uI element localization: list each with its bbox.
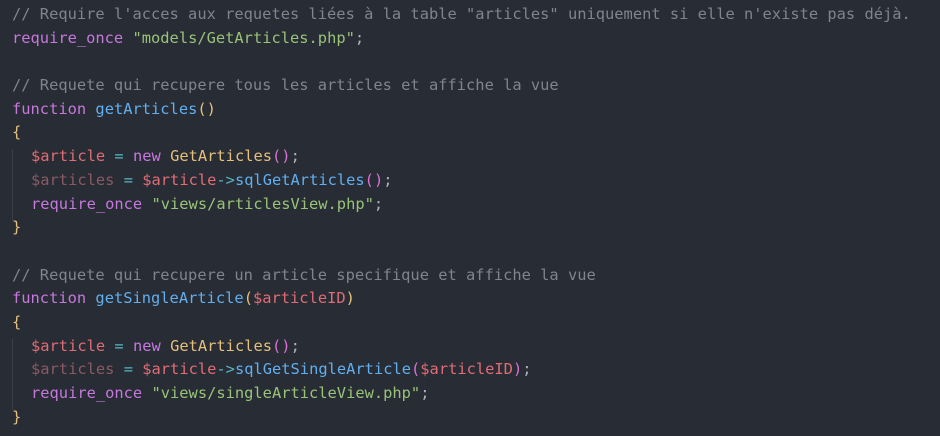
code-line[interactable]: // Requete qui recupere tous les article…: [0, 74, 940, 98]
code-line[interactable]: // Require l'acces aux requetes liées à …: [0, 3, 940, 27]
code-token-brace: {: [12, 312, 22, 331]
code-token-op: =: [114, 336, 124, 355]
code-token-plain: ;: [354, 28, 365, 47]
code-token-op: =: [123, 360, 133, 379]
code-token-op: ->: [216, 360, 235, 379]
code-line[interactable]: require_once "views/articlesView.php";: [0, 193, 940, 221]
code-token-paren: ): [345, 289, 355, 308]
code-token-class: GetArticles: [170, 336, 273, 355]
code-token-keyword: require_once: [31, 194, 143, 213]
code-token-brace: }: [12, 218, 22, 237]
code-token-paren2: ): [512, 360, 523, 379]
code-token-comment: // Requete qui recupere tous les article…: [12, 76, 559, 95]
code-token-op: ->: [216, 170, 235, 189]
code-line[interactable]: require_once "models/GetArticles.php";: [0, 27, 940, 51]
code-token-keyword: new: [132, 147, 161, 166]
code-token-func: getArticles: [95, 99, 198, 118]
code-token-plain: ;: [290, 147, 300, 166]
code-token-paren: (: [243, 289, 253, 308]
code-token-var: $article: [31, 336, 106, 355]
code-token-string: "views/articlesView.php": [151, 194, 374, 213]
code-token-plain: ;: [522, 360, 532, 379]
code-token-var: $articleID: [420, 360, 513, 379]
code-token-paren2: (: [411, 360, 421, 379]
code-line-empty[interactable]: [0, 50, 940, 74]
code-line[interactable]: {: [0, 121, 940, 145]
code-line[interactable]: $article = new GetArticles();: [0, 335, 940, 363]
code-token-comment: // Requete qui recupere un article speci…: [12, 265, 596, 284]
code-line[interactable]: function getSingleArticle($articleID): [0, 287, 940, 311]
code-editor[interactable]: // Require l'acces aux requetes liées à …: [0, 0, 940, 436]
code-line[interactable]: function getArticles(): [0, 98, 940, 122]
code-line[interactable]: }: [0, 406, 940, 430]
code-line[interactable]: $articles = $article->sqlGetSingleArticl…: [0, 358, 940, 387]
code-token-string: "views/singleArticleView.php": [151, 384, 421, 402]
code-token-plain: ;: [290, 336, 300, 355]
code-token-keyword: function: [12, 99, 87, 118]
code-token-keyword: function: [12, 289, 87, 308]
code-token-var: $articleID: [252, 289, 346, 308]
code-token-brace: }: [12, 407, 22, 426]
code-token-paren2: (): [272, 147, 291, 166]
code-token-var-dim: $articles: [31, 360, 115, 379]
code-line[interactable]: }: [0, 216, 940, 240]
code-line[interactable]: $article = new GetArticles();: [0, 145, 940, 174]
code-line[interactable]: require_once "views/singleArticleView.ph…: [0, 382, 940, 410]
code-token-brace: {: [12, 123, 22, 142]
code-token-var: $article: [142, 170, 217, 189]
code-token-var-dim: $articles: [31, 170, 115, 189]
code-token-paren2: (): [364, 170, 384, 189]
code-line-empty[interactable]: [0, 240, 940, 264]
code-token-paren: (): [197, 99, 216, 118]
code-token-paren2: (): [272, 336, 291, 355]
code-token-plain: ;: [383, 170, 393, 189]
code-token-class: GetArticles: [170, 147, 273, 166]
code-token-comment: // Require l'acces aux requetes liées à …: [12, 5, 911, 23]
code-token-op: =: [114, 147, 124, 166]
code-token-var: $article: [31, 147, 106, 166]
code-token-func: getSingleArticle: [95, 289, 244, 308]
code-token-func: sqlGetArticles: [234, 170, 365, 189]
code-token-keyword: require_once: [31, 384, 143, 402]
code-line[interactable]: // Requete qui recupere un article speci…: [0, 264, 940, 288]
code-line[interactable]: {: [0, 311, 940, 335]
code-token-string: "models/GetArticles.php": [132, 28, 355, 47]
code-token-plain: ;: [373, 194, 384, 213]
code-token-keyword: new: [132, 336, 161, 355]
code-token-op: =: [123, 170, 133, 189]
code-line[interactable]: $articles = $article->sqlGetArticles();: [0, 169, 940, 197]
code-token-keyword: require_once: [12, 28, 124, 47]
code-token-var: $article: [142, 360, 217, 379]
code-token-func: sqlGetSingleArticle: [234, 360, 411, 379]
code-token-plain: ;: [420, 384, 430, 402]
